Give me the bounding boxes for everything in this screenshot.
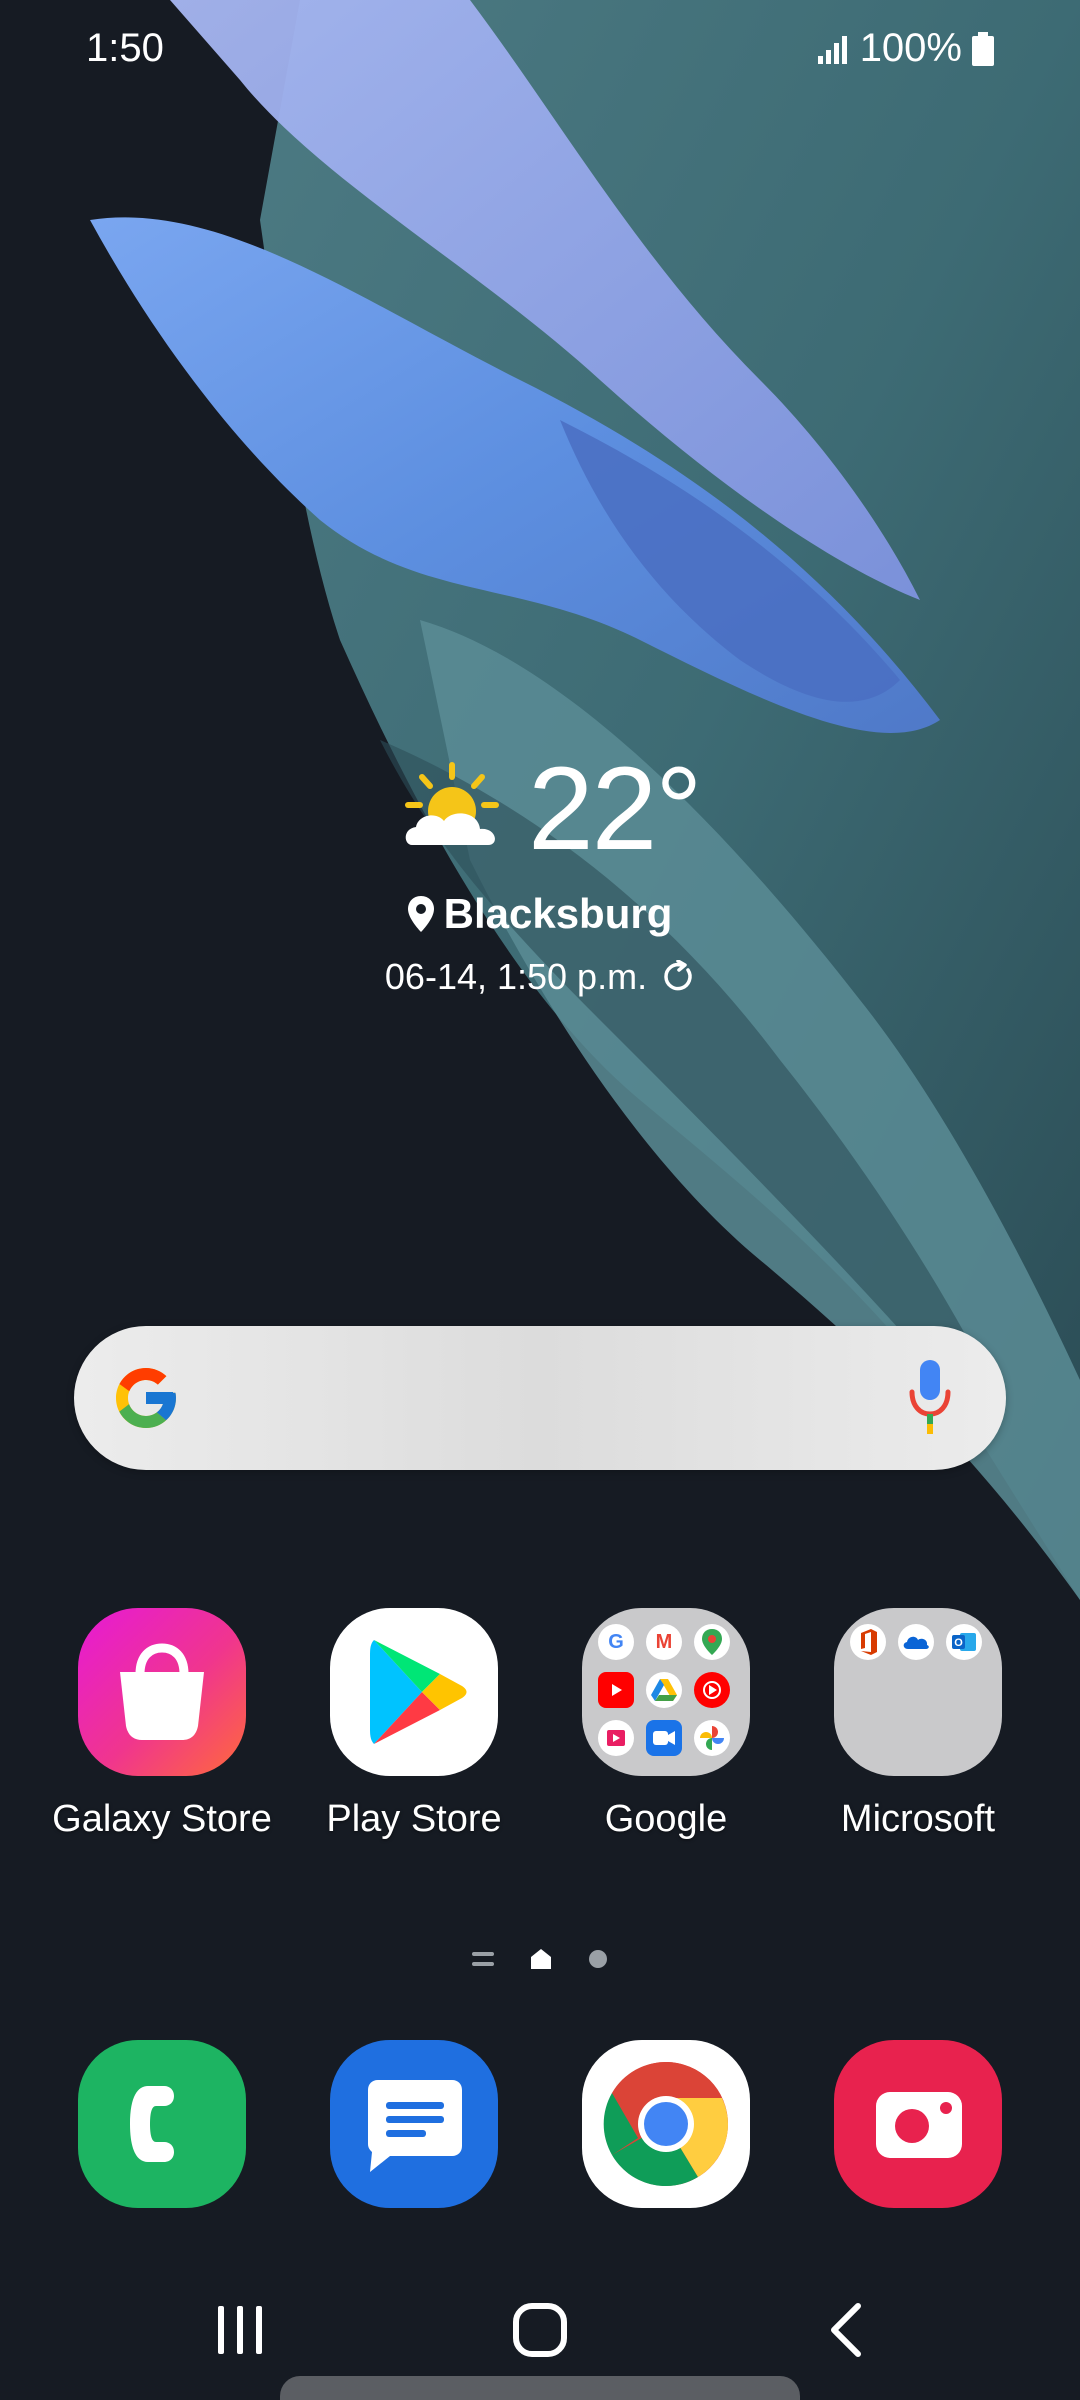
folder-google[interactable]: G M Google <box>546 1608 786 1841</box>
gesture-handle[interactable] <box>280 2376 800 2400</box>
photos-icon <box>694 1720 730 1756</box>
office-icon <box>850 1624 886 1660</box>
home-screen: 1:50 100% 22° Blacksburg 06-14, 1:50 p.m… <box>0 0 1080 2400</box>
shopping-bag-icon <box>78 1608 246 1776</box>
weather-widget[interactable]: 22° Blacksburg 06-14, 1:50 p.m. <box>0 750 1080 1010</box>
play-triangle-icon <box>330 1608 498 1776</box>
folder-icon: G M <box>582 1608 750 1776</box>
phone-app[interactable] <box>78 2040 246 2208</box>
weather-temperature: 22° <box>528 743 702 875</box>
messages-app[interactable] <box>330 2040 498 2208</box>
status-bar: 1:50 100% <box>0 0 1080 100</box>
weather-location: Blacksburg <box>0 890 1080 938</box>
weather-updated-label: 06-14, 1:50 p.m. <box>384 956 648 997</box>
menu-page-icon[interactable] <box>472 1950 494 1968</box>
google-search-bar[interactable] <box>74 1326 1006 1470</box>
play-movies-icon <box>598 1720 634 1756</box>
messages-icon <box>368 2080 462 2172</box>
app-galaxy-store[interactable]: Galaxy Store <box>42 1608 282 1841</box>
microphone-icon[interactable] <box>906 1360 954 1436</box>
page-indicator <box>0 1948 1080 1970</box>
outlook-icon: O <box>946 1624 982 1660</box>
camera-icon <box>876 2092 962 2158</box>
chrome-app[interactable] <box>582 2040 750 2208</box>
drive-icon <box>646 1672 682 1708</box>
folder-preview: O <box>850 1624 986 1760</box>
navigation-bar <box>0 2290 1080 2370</box>
maps-icon <box>694 1624 730 1660</box>
phone-icon <box>130 2086 174 2162</box>
status-indicators: 100% <box>817 26 994 71</box>
partly-sunny-icon <box>405 762 499 845</box>
home-icon <box>513 2303 567 2357</box>
weather-updated: 06-14, 1:50 p.m. <box>0 956 1080 998</box>
battery-percent: 100% <box>859 26 962 70</box>
refresh-icon[interactable] <box>661 960 695 994</box>
onedrive-icon <box>898 1624 934 1660</box>
app-label: Microsoft <box>840 1798 996 1840</box>
app-play-store[interactable]: Play Store <box>294 1608 534 1841</box>
status-time: 1:50 <box>86 26 164 70</box>
battery-icon <box>972 31 994 66</box>
camera-app[interactable] <box>834 2040 1002 2208</box>
svg-text:O: O <box>954 1637 963 1649</box>
youtube-music-icon <box>694 1672 730 1708</box>
page-dot-icon[interactable] <box>588 1949 608 1969</box>
recents-icon <box>218 2306 262 2354</box>
signal-icon <box>817 35 847 64</box>
recents-button[interactable] <box>200 2290 280 2370</box>
google-g-icon <box>116 1368 176 1428</box>
app-label: Play Store <box>326 1798 502 1840</box>
app-label: Google <box>604 1798 728 1840</box>
back-icon <box>831 2303 861 2357</box>
app-label: Galaxy Store <box>52 1798 272 1840</box>
home-button[interactable] <box>500 2290 580 2370</box>
folder-icon: O <box>834 1608 1002 1776</box>
back-button[interactable] <box>806 2290 886 2370</box>
home-page-icon[interactable] <box>530 1948 552 1970</box>
meet-icon <box>646 1720 682 1756</box>
weather-location-label: Blacksburg <box>443 890 673 937</box>
youtube-icon <box>598 1672 634 1708</box>
folder-preview: G M <box>598 1624 734 1760</box>
chrome-icon <box>603 2061 728 2187</box>
folder-microsoft[interactable]: O Microsoft <box>798 1608 1038 1841</box>
google-app-icon: G <box>598 1624 634 1660</box>
location-pin-icon <box>407 896 434 932</box>
gmail-icon: M <box>646 1624 682 1660</box>
